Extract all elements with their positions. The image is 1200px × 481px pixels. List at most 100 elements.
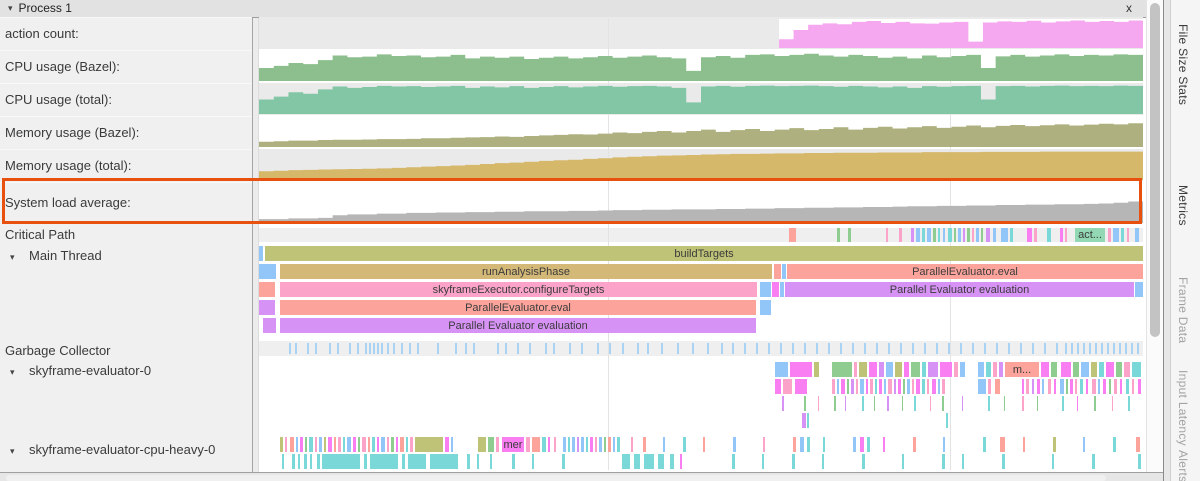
trace-slice[interactable] xyxy=(845,396,846,411)
trace-slice[interactable] xyxy=(904,362,909,377)
trace-slice[interactable] xyxy=(762,454,764,469)
trace-slice[interactable] xyxy=(526,437,530,452)
gc-event-tick[interactable] xyxy=(553,343,555,354)
trace-slice[interactable] xyxy=(789,228,796,242)
trace-slice[interactable] xyxy=(310,454,312,469)
counter-track-cpu-total[interactable] xyxy=(259,83,1143,115)
gc-event-tick[interactable] xyxy=(1107,343,1109,354)
trace-slice[interactable] xyxy=(400,437,404,452)
trace-slice[interactable] xyxy=(775,379,781,394)
gc-event-tick[interactable] xyxy=(816,343,818,354)
gc-event-tick[interactable] xyxy=(349,343,351,354)
trace-slice[interactable] xyxy=(902,396,903,411)
trace-slice[interactable] xyxy=(1060,379,1064,394)
trace-slice[interactable] xyxy=(978,379,986,394)
trace-slice[interactable] xyxy=(319,437,322,452)
gc-event-tick[interactable] xyxy=(1113,343,1115,354)
track-skyframe-evaluator-0-row[interactable] xyxy=(259,413,1143,428)
trace-slice[interactable] xyxy=(1092,379,1096,394)
trace-slice[interactable] xyxy=(532,454,534,469)
trace-slice-labeled[interactable]: Parallel Evaluator evaluation xyxy=(280,318,756,333)
trace-slice[interactable] xyxy=(790,362,812,377)
trace-slice[interactable] xyxy=(1062,396,1064,411)
track-skyframe-evaluator-0-row[interactable]: m... xyxy=(259,362,1143,377)
horizontal-scrollbar[interactable] xyxy=(0,472,1163,481)
trace-slice[interactable] xyxy=(946,413,948,428)
trace-slice[interactable] xyxy=(860,379,864,394)
trace-slice[interactable] xyxy=(577,437,579,452)
gc-event-tick[interactable] xyxy=(1020,343,1022,354)
track-critical-path[interactable]: act... xyxy=(259,228,1143,242)
trace-slice[interactable] xyxy=(488,437,494,452)
gc-event-tick[interactable] xyxy=(307,343,309,354)
trace-slice[interactable] xyxy=(895,362,902,377)
counter-track-mem-total[interactable] xyxy=(259,149,1143,181)
trace-slice[interactable] xyxy=(703,437,705,452)
gc-event-tick[interactable] xyxy=(828,343,830,354)
trace-slice[interactable] xyxy=(259,282,275,297)
trace-slice[interactable] xyxy=(1073,362,1079,377)
trace-slice[interactable] xyxy=(962,454,964,469)
trace-slice[interactable] xyxy=(927,228,931,242)
trace-slice[interactable] xyxy=(854,362,857,377)
track-main-thread-row[interactable]: skyframeExecutor.configureTargetsParalle… xyxy=(259,282,1143,297)
trace-slice[interactable] xyxy=(1075,379,1077,394)
trace-slice[interactable] xyxy=(263,318,276,333)
trace-slice[interactable] xyxy=(942,379,945,394)
trace-slice[interactable] xyxy=(948,228,952,242)
trace-slice[interactable] xyxy=(853,437,856,452)
trace-slice[interactable] xyxy=(334,437,336,452)
trace-slice[interactable] xyxy=(972,228,974,242)
trace-slice[interactable] xyxy=(643,437,646,452)
gc-event-tick[interactable] xyxy=(1083,343,1085,354)
sidebar-tab-input-latency[interactable]: Input Latency xyxy=(1176,370,1190,446)
vertical-scrollbar[interactable] xyxy=(1146,0,1163,472)
trace-slice[interactable] xyxy=(922,362,926,377)
track-skyframe-evaluator-0-row[interactable] xyxy=(259,396,1143,411)
gc-event-tick[interactable] xyxy=(1137,343,1139,354)
trace-slice[interactable] xyxy=(1051,362,1057,377)
trace-slice[interactable] xyxy=(932,379,936,394)
trace-slice[interactable] xyxy=(1086,379,1088,394)
trace-slice[interactable] xyxy=(958,228,961,242)
trace-slice[interactable] xyxy=(832,362,852,377)
sidebar-tab-alerts[interactable]: Alerts xyxy=(1176,450,1190,481)
trace-slice[interactable] xyxy=(879,379,882,394)
trace-slice[interactable] xyxy=(856,379,858,394)
gc-event-tick[interactable] xyxy=(337,343,339,354)
trace-slice[interactable] xyxy=(298,454,300,469)
trace-slice[interactable] xyxy=(793,437,796,452)
trace-slice[interactable] xyxy=(415,437,443,452)
sidebar-tab-frame-data[interactable]: Frame Data xyxy=(1176,277,1190,343)
trace-slice[interactable] xyxy=(888,379,892,394)
trace-slice[interactable] xyxy=(1103,379,1106,394)
gc-event-tick[interactable] xyxy=(597,343,599,354)
trace-slice[interactable] xyxy=(851,379,854,394)
counter-track-sys-load[interactable] xyxy=(259,182,1143,224)
trace-slice[interactable] xyxy=(372,437,375,452)
trace-slice[interactable] xyxy=(823,437,825,452)
trace-slice[interactable] xyxy=(943,437,945,452)
trace-slice[interactable] xyxy=(1113,228,1119,242)
gc-event-tick[interactable] xyxy=(1056,343,1058,354)
trace-slice[interactable] xyxy=(1053,437,1056,452)
trace-slice[interactable] xyxy=(280,437,283,452)
track-main-thread-row[interactable]: buildTargets xyxy=(259,246,1143,261)
trace-slice[interactable] xyxy=(1048,379,1051,394)
gc-event-tick[interactable] xyxy=(804,343,806,354)
trace-slice[interactable] xyxy=(282,454,284,469)
trace-slice[interactable] xyxy=(1114,379,1117,394)
trace-slice[interactable] xyxy=(916,228,920,242)
trace-slice[interactable] xyxy=(338,437,341,452)
gc-event-tick[interactable] xyxy=(437,343,439,354)
trace-slice[interactable] xyxy=(832,379,835,394)
gc-event-tick[interactable] xyxy=(647,343,649,354)
trace-slice[interactable] xyxy=(324,437,326,452)
trace-slice[interactable] xyxy=(1061,362,1071,377)
trace-slice[interactable] xyxy=(884,379,886,394)
trace-slice[interactable] xyxy=(670,454,674,469)
gc-event-tick[interactable] xyxy=(1089,343,1091,354)
trace-slice[interactable] xyxy=(599,437,602,452)
gc-event-tick[interactable] xyxy=(1101,343,1103,354)
trace-slice-labeled[interactable]: Parallel Evaluator evaluation xyxy=(785,282,1134,297)
